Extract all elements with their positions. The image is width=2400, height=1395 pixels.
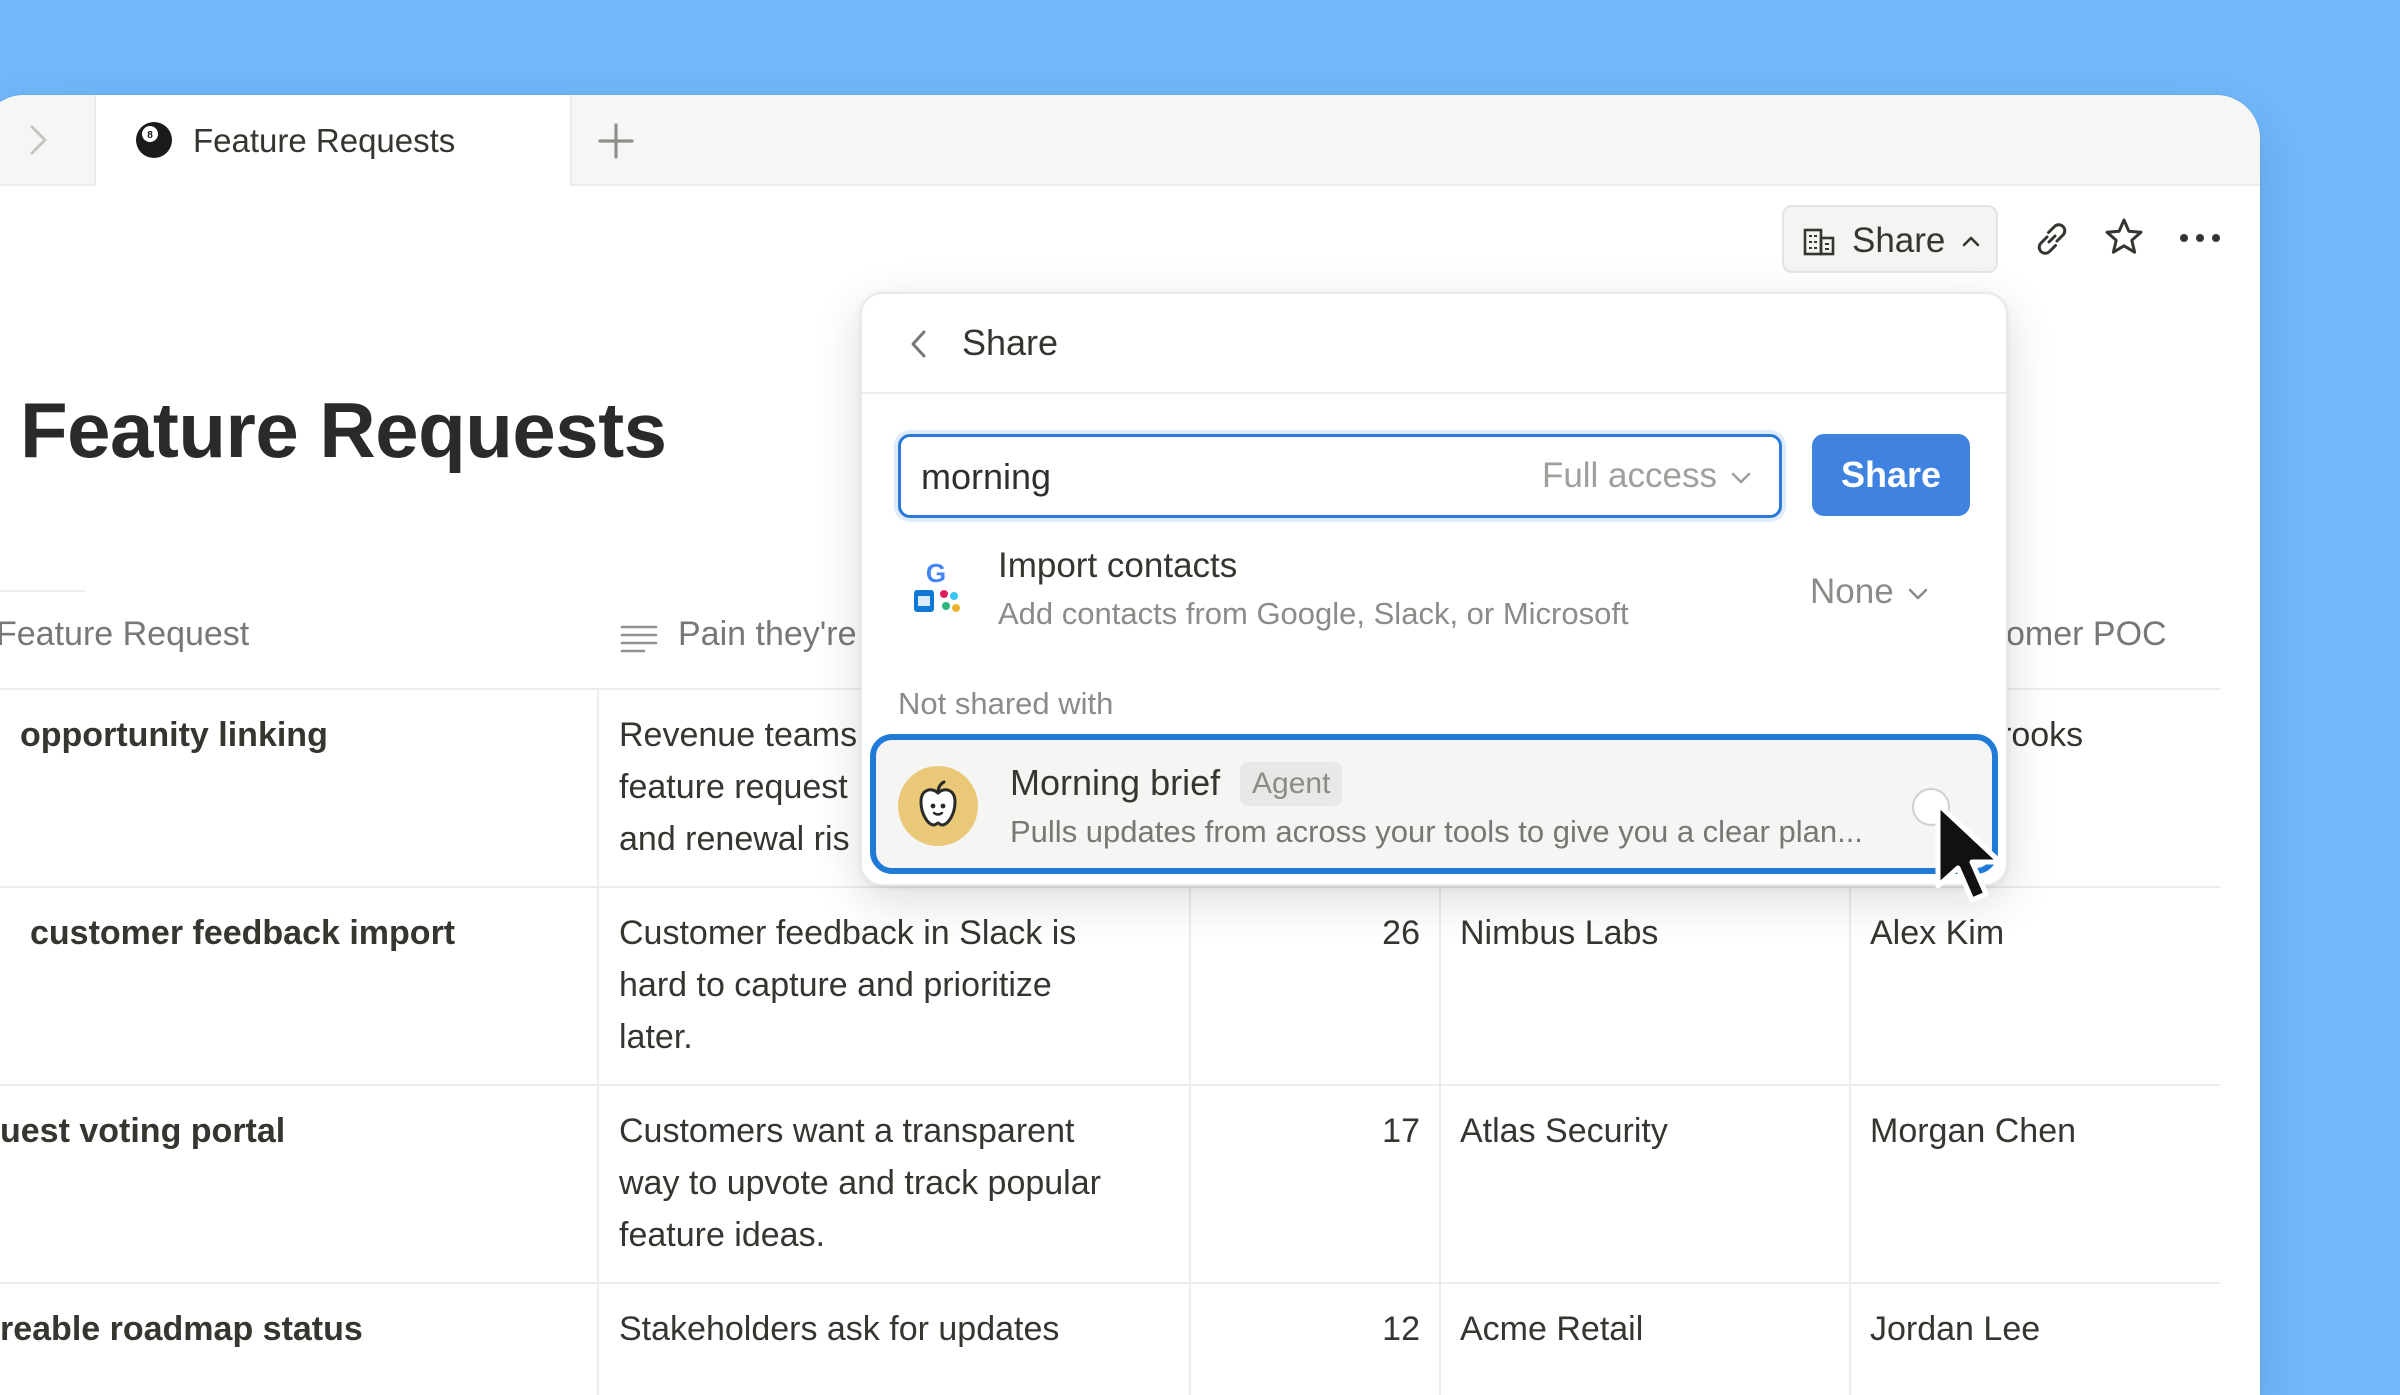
cell-pain-line: way to upvote and track popular (619, 1164, 1101, 1202)
page-title: Feature Requests (20, 386, 667, 474)
import-level-select[interactable]: None (1810, 572, 1930, 612)
popup-title: Share (962, 322, 1059, 363)
google-slack-microsoft-icon: G (914, 558, 960, 612)
agent-badge: Agent (1240, 762, 1343, 806)
toolbar-share-label: Share (1852, 221, 1946, 260)
cell-count[interactable]: 17 (1280, 1105, 1420, 1157)
cell-feature[interactable]: reable roadmap status (0, 1303, 363, 1355)
cell-feature[interactable]: uest voting portal (0, 1105, 285, 1157)
cell-count[interactable]: 26 (1280, 907, 1420, 959)
building-icon (1803, 228, 1835, 256)
cell-pain-line: later. (619, 1018, 693, 1056)
column-header-feature-request[interactable]: Feature Request (0, 615, 249, 654)
cell-pain-line: Customers want a transparent (619, 1112, 1075, 1150)
divider (0, 590, 85, 592)
eight-ball-icon: 8 (136, 122, 172, 158)
svg-text:G: G (926, 558, 946, 588)
cell-pain[interactable]: Customers want a transparent way to upvo… (619, 1105, 1101, 1261)
cell-pain[interactable]: Customer feedback in Slack is hard to ca… (619, 907, 1076, 1063)
cell-pain-line: Customer feedback in Slack is (619, 914, 1077, 952)
agent-name: Morning brief (1010, 762, 1221, 803)
not-shared-with-label: Not shared with (898, 686, 1114, 721)
cell-pain-line: and renewal ris (619, 820, 850, 858)
more-icon[interactable] (2176, 223, 2224, 253)
mouse-pointer-icon (1935, 801, 2003, 903)
cell-poc[interactable]: Jordan Lee (1870, 1303, 2040, 1355)
share-button[interactable]: Share (1812, 434, 1970, 516)
cell-pain-line: feature ideas. (619, 1216, 826, 1254)
row-divider (0, 1084, 2220, 1086)
agent-description: Pulls updates from across your tools to … (1010, 814, 1863, 849)
cell-count[interactable]: 12 (1280, 1303, 1420, 1355)
cell-poc[interactable]: rooks (2000, 709, 2083, 761)
cell-feature[interactable]: customer feedback import (30, 907, 455, 959)
column-header-pain[interactable]: Pain they're (678, 615, 856, 654)
cell-pain-line: hard to capture and prioritize (619, 966, 1052, 1004)
share-popup: Share morning Full access Share G Import… (860, 292, 2008, 886)
column-header-customer-poc[interactable]: omer POC (2006, 615, 2167, 654)
chevron-down-icon (1731, 472, 1751, 484)
cell-feature[interactable]: opportunity linking (20, 709, 328, 761)
cell-poc[interactable]: Morgan Chen (1870, 1105, 2076, 1157)
row-divider (0, 1282, 2220, 1284)
cell-pain-line: feature request (619, 768, 848, 806)
tab-title: Feature Requests (193, 122, 456, 159)
cell-poc[interactable]: Alex Kim (1870, 907, 2004, 959)
tab-back-button[interactable] (0, 95, 74, 184)
apple-icon (919, 780, 957, 827)
chevron-up-icon (1962, 236, 1980, 247)
text-property-icon (620, 625, 658, 653)
access-level-select[interactable]: Full access (1542, 456, 1753, 496)
chevron-down-icon (1908, 588, 1927, 600)
cell-pain[interactable]: Revenue teams feature request and renewa… (619, 709, 857, 865)
agent-result-row[interactable]: Morning brief Agent Pulls updates from a… (870, 734, 1998, 874)
cell-company[interactable]: Nimbus Labs (1460, 907, 1658, 959)
cell-pain[interactable]: Stakeholders ask for updates (619, 1303, 1059, 1355)
link-icon[interactable] (2030, 217, 2074, 261)
chevron-right-icon (30, 125, 47, 155)
invite-input-value: morning (921, 456, 1052, 497)
import-contacts-subtitle: Add contacts from Google, Slack, or Micr… (998, 596, 1629, 631)
cell-company[interactable]: Atlas Security (1460, 1105, 1668, 1157)
cell-pain-line: Revenue teams (619, 716, 858, 754)
access-level-label: Full access (1541, 456, 1717, 495)
invite-search-input[interactable]: morning Full access (898, 434, 1782, 518)
import-contacts-title[interactable]: Import contacts (998, 546, 1237, 586)
tab-feature-requests[interactable]: 8 Feature Requests (94, 95, 572, 186)
cell-company[interactable]: Acme Retail (1460, 1303, 1643, 1355)
row-divider (0, 886, 2220, 888)
import-level-label: None (1810, 572, 1894, 611)
column-divider (597, 688, 599, 1395)
tab-bar: 8 Feature Requests (0, 95, 2260, 186)
plus-icon[interactable] (592, 117, 640, 165)
svg-text:8: 8 (147, 130, 153, 141)
toolbar-share-button[interactable]: Share (1782, 205, 1998, 273)
popup-header: Share (862, 294, 2006, 394)
agent-avatar (898, 766, 978, 846)
star-icon[interactable] (2102, 215, 2146, 259)
chevron-left-icon[interactable] (904, 326, 934, 362)
